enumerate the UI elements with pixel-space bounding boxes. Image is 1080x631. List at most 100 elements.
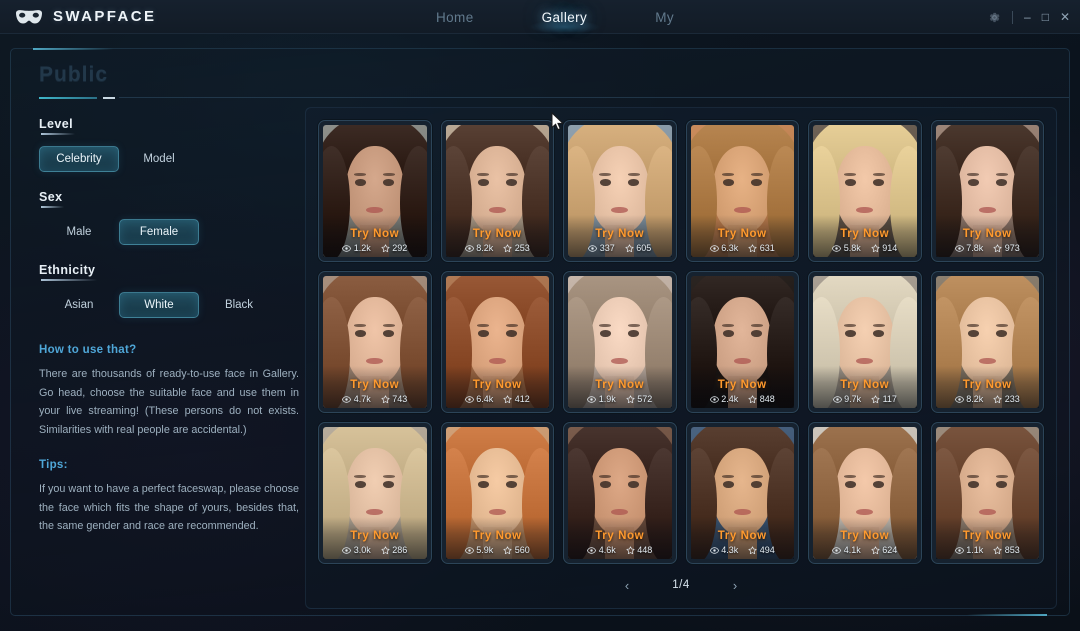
eye-icon	[464, 244, 474, 252]
star-icon	[626, 545, 635, 554]
chip-celebrity[interactable]: Celebrity	[39, 146, 119, 172]
try-now-label[interactable]: Try Now	[963, 228, 1012, 240]
gallery-card[interactable]: Try Now 1.2k 292	[318, 120, 432, 262]
try-now-label[interactable]: Try Now	[718, 228, 767, 240]
brow-left	[354, 474, 367, 478]
likes-stat: 117	[871, 394, 897, 404]
card-overlay: Try Now 337 605	[568, 215, 672, 257]
star-icon	[871, 545, 880, 554]
eye-icon	[954, 244, 964, 252]
eye-right	[750, 481, 762, 488]
try-now-label[interactable]: Try Now	[963, 530, 1012, 542]
chip-female[interactable]: Female	[119, 219, 199, 245]
views-stat: 8.2k	[464, 243, 493, 253]
gallery-card[interactable]: Try Now 4.7k 743	[318, 271, 432, 413]
brow-left	[966, 474, 979, 478]
try-now-label[interactable]: Try Now	[473, 379, 522, 391]
eye-right	[505, 179, 517, 186]
next-page-button[interactable]: ›	[722, 574, 748, 596]
brow-left	[476, 323, 489, 327]
star-icon	[626, 394, 635, 403]
gallery-card[interactable]: Try Now 8.2k 253	[440, 120, 554, 262]
try-now-label[interactable]: Try Now	[963, 379, 1012, 391]
gallery-card[interactable]: Try Now 2.4k 848	[685, 271, 799, 413]
star-icon	[748, 545, 757, 554]
chip-row-sex: Male Female	[39, 219, 299, 245]
eye-icon	[342, 395, 352, 403]
card-overlay: Try Now 6.3k 631	[690, 215, 794, 257]
chip-asian[interactable]: Asian	[39, 292, 119, 318]
card-stats: 3.0k 286	[342, 545, 407, 555]
card-overlay: Try Now 5.9k 560	[445, 517, 549, 559]
divider-tick	[103, 97, 115, 99]
chip-male[interactable]: Male	[39, 219, 119, 245]
gallery-card[interactable]: Try Now 6.4k 412	[440, 271, 554, 413]
filter-label-ethnicity: Ethnicity	[39, 263, 98, 281]
views-stat: 337	[588, 243, 615, 253]
likes-stat: 914	[871, 243, 898, 253]
try-now-label[interactable]: Try Now	[840, 379, 889, 391]
gallery-card[interactable]: Try Now 1.9k 572	[563, 271, 677, 413]
divider-accent	[39, 97, 97, 99]
nav-item-my[interactable]: My	[649, 6, 680, 29]
gallery-card[interactable]: Try Now 9.7k 117	[808, 271, 922, 413]
nav-item-home[interactable]: Home	[430, 6, 480, 29]
card-overlay: Try Now 2.4k 848	[690, 366, 794, 408]
likes-count: 914	[882, 243, 898, 253]
try-now-label[interactable]: Try Now	[718, 379, 767, 391]
try-now-label[interactable]: Try Now	[350, 530, 399, 542]
gallery-card[interactable]: Try Now 4.3k 494	[685, 422, 799, 564]
try-now-label[interactable]: Try Now	[595, 379, 644, 391]
try-now-label[interactable]: Try Now	[718, 530, 767, 542]
views-stat: 4.1k	[832, 545, 861, 555]
gallery-card[interactable]: Try Now 4.6k 448	[563, 422, 677, 564]
divider-line	[119, 97, 1069, 98]
card-stats: 1.1k 853	[954, 545, 1020, 555]
try-now-label[interactable]: Try Now	[595, 228, 644, 240]
gallery-card[interactable]: Try Now 3.0k 286	[318, 422, 432, 564]
likes-stat: 448	[626, 545, 652, 555]
eye-left	[355, 330, 367, 337]
likes-count: 412	[514, 394, 530, 404]
gallery-card[interactable]: Try Now 8.2k 233	[930, 271, 1044, 413]
gallery-card[interactable]: Try Now 5.9k 560	[440, 422, 554, 564]
maximize-button[interactable]: □	[1042, 11, 1049, 23]
prev-page-button[interactable]: ‹	[614, 574, 640, 596]
gallery-card[interactable]: Try Now 337 605	[563, 120, 677, 262]
eye-icon	[709, 546, 719, 554]
eye-icon	[954, 546, 964, 554]
try-now-label[interactable]: Try Now	[473, 228, 522, 240]
chip-black[interactable]: Black	[199, 292, 279, 318]
try-now-label[interactable]: Try Now	[350, 379, 399, 391]
star-icon	[993, 545, 1002, 554]
try-now-label[interactable]: Try Now	[840, 228, 889, 240]
chip-white[interactable]: White	[119, 292, 199, 318]
close-button[interactable]: ✕	[1060, 11, 1070, 23]
gallery-card[interactable]: Try Now 7.8k 973	[930, 120, 1044, 262]
gear-icon[interactable]	[988, 11, 1001, 24]
help-text: There are thousands of ready-to-use face…	[39, 368, 299, 436]
gallery-card[interactable]: Try Now 6.3k 631	[685, 120, 799, 262]
try-now-label[interactable]: Try Now	[473, 530, 522, 542]
chip-row-level: Celebrity Model	[39, 146, 299, 172]
brow-right	[995, 172, 1008, 176]
try-now-label[interactable]: Try Now	[350, 228, 399, 240]
eye-left	[845, 481, 857, 488]
chip-model[interactable]: Model	[119, 146, 199, 172]
views-stat: 2.4k	[709, 394, 738, 404]
brow-left	[476, 474, 489, 478]
likes-stat: 631	[748, 243, 775, 253]
try-now-label[interactable]: Try Now	[595, 530, 644, 542]
brow-left	[476, 172, 489, 176]
filter-label-level: Level	[39, 117, 75, 135]
nav-item-gallery[interactable]: Gallery	[529, 6, 599, 34]
eye-icon	[832, 546, 842, 554]
likes-stat: 624	[871, 545, 897, 555]
minimize-button[interactable]: –	[1024, 11, 1031, 23]
gallery-card[interactable]: Try Now 1.1k 853	[930, 422, 1044, 564]
card-overlay: Try Now 5.8k 914	[813, 215, 917, 257]
brow-left	[599, 172, 612, 176]
gallery-card[interactable]: Try Now 5.8k 914	[808, 120, 922, 262]
try-now-label[interactable]: Try Now	[840, 530, 889, 542]
gallery-card[interactable]: Try Now 4.1k 624	[808, 422, 922, 564]
